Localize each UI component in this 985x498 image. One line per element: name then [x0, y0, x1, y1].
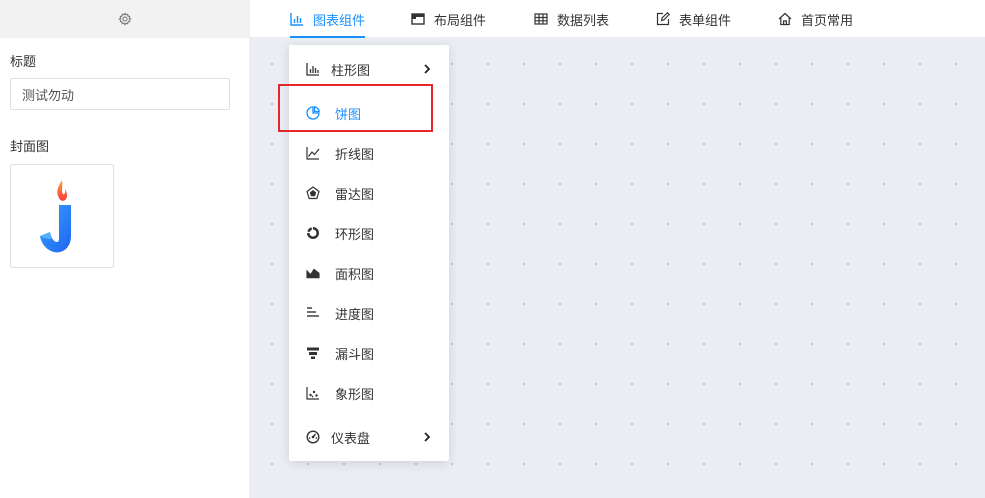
tab-label: 数据列表 [557, 13, 610, 29]
ring-chart-icon [306, 226, 320, 240]
tab-chart-components[interactable]: 图表组件 [290, 0, 366, 38]
menu-item-area-chart[interactable]: 面积图 [289, 253, 449, 293]
layout-icon [411, 13, 425, 25]
gauge-icon [306, 430, 320, 444]
menu-item-label: 仪表盘 [331, 431, 371, 447]
menu-item-label: 象形图 [335, 387, 375, 403]
bar-chart-icon [290, 13, 303, 26]
menu-item-label: 饼图 [335, 107, 362, 123]
menu-item-funnel-chart[interactable]: 漏斗图 [289, 333, 449, 373]
tab-label: 布局组件 [434, 13, 487, 29]
panel-header [0, 0, 249, 38]
cover-label: 封面图 [10, 140, 50, 155]
component-tabs: 图表组件 布局组件 数据列表 表单组件 首页常用 [250, 0, 985, 38]
menu-item-label: 柱形图 [331, 63, 371, 79]
edit-icon [656, 12, 670, 26]
menu-item-label: 进度图 [335, 307, 375, 323]
tab-home-common[interactable]: 首页常用 [778, 0, 853, 38]
menu-item-line-chart[interactable]: 折线图 [289, 133, 449, 173]
menu-item-ring-chart[interactable]: 环形图 [289, 213, 449, 253]
tab-label: 首页常用 [801, 13, 854, 29]
app-logo-icon [40, 180, 71, 253]
menu-item-pictorial-chart[interactable]: 象形图 [289, 373, 449, 413]
menu-item-label: 面积图 [335, 267, 375, 283]
menu-item-label: 折线图 [335, 147, 375, 163]
table-icon [534, 13, 548, 25]
title-input[interactable] [10, 78, 230, 110]
gear-icon[interactable] [117, 12, 132, 26]
bar-chart-icon [306, 62, 320, 76]
cover-image-upload[interactable] [10, 164, 114, 268]
menu-item-pie-chart[interactable]: 饼图 [289, 93, 449, 133]
menu-item-label: 环形图 [335, 227, 375, 243]
menu-item-gauge[interactable]: 仪表盘 [289, 417, 449, 457]
tab-label: 图表组件 [313, 13, 366, 29]
tab-layout-components[interactable]: 布局组件 [411, 0, 486, 38]
area-chart-icon [306, 266, 320, 280]
tab-data-list[interactable]: 数据列表 [534, 0, 609, 38]
menu-item-label: 雷达图 [335, 187, 375, 203]
line-chart-icon [306, 146, 320, 160]
properties-panel: 标题 封面图 [0, 0, 250, 498]
menu-item-radar-chart[interactable]: 雷达图 [289, 173, 449, 213]
tab-form-components[interactable]: 表单组件 [656, 0, 731, 38]
funnel-chart-icon [306, 346, 320, 360]
progress-chart-icon [306, 306, 320, 320]
pictorial-chart-icon [306, 386, 320, 400]
menu-item-bar-chart[interactable]: 柱形图 [289, 49, 449, 89]
menu-item-progress-chart[interactable]: 进度图 [289, 293, 449, 333]
chevron-right-icon [424, 64, 431, 74]
menu-item-label: 漏斗图 [335, 347, 375, 363]
title-label: 标题 [10, 55, 37, 70]
home-icon [778, 12, 792, 26]
chevron-right-icon [424, 432, 431, 442]
tab-label: 表单组件 [679, 13, 732, 29]
chart-type-menu: 柱形图 饼图 折线图 雷达图 环形图 面积图 进度图 漏斗图 象形图 仪表盘 [289, 45, 449, 461]
radar-chart-icon [306, 186, 320, 200]
pie-chart-icon [306, 106, 320, 120]
